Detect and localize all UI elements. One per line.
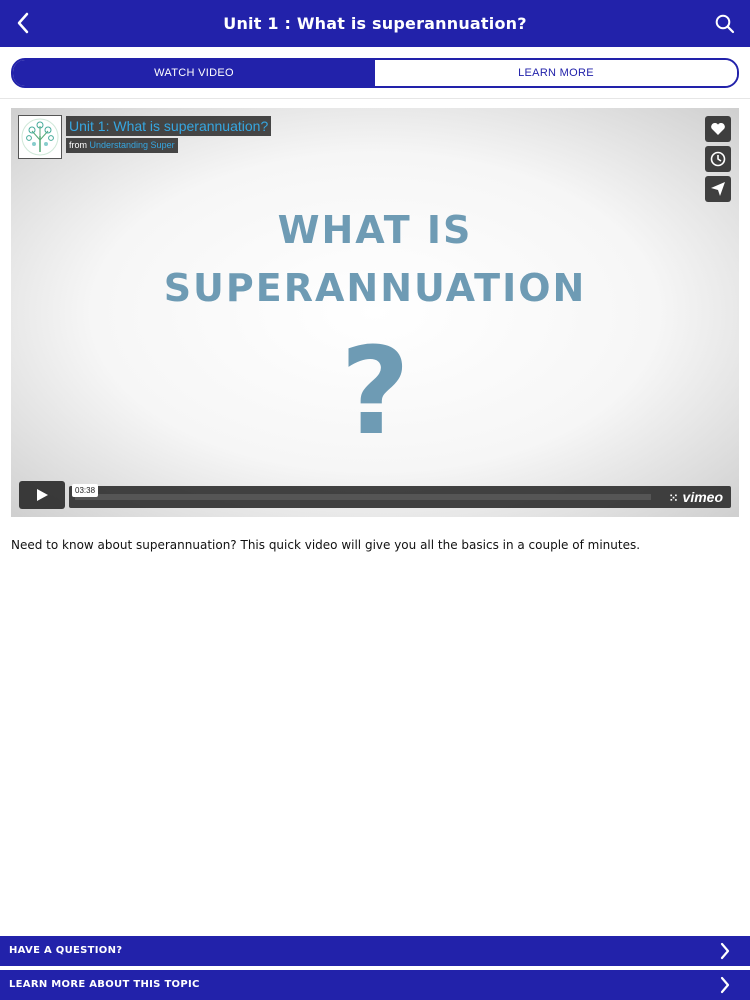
video-title-link[interactable]: Unit 1: What is superannuation? — [66, 116, 272, 136]
divider — [0, 98, 750, 99]
chevron-left-icon — [17, 12, 29, 34]
back-button[interactable] — [8, 8, 38, 38]
clock-icon — [710, 151, 726, 167]
tree-logo-icon — [21, 118, 59, 156]
watch-later-button[interactable] — [705, 146, 731, 172]
search-icon — [715, 14, 735, 34]
channel-link[interactable]: Understanding Super — [90, 140, 175, 150]
like-button[interactable] — [705, 116, 731, 142]
page-title: Unit 1 : What is superannuation? — [223, 14, 527, 33]
video-byline: from Understanding Super — [66, 138, 178, 153]
playback-bar: 03:38 ⁙ vimeo — [69, 484, 731, 508]
channel-avatar[interactable] — [18, 115, 62, 159]
duration-tooltip: 03:38 — [72, 484, 99, 497]
have-a-question-label: HAVE A QUESTION? — [9, 945, 123, 956]
question-mark: ? — [340, 323, 410, 462]
tab-learn-more[interactable]: LEARN MORE — [375, 60, 737, 86]
headline-line-1: WHAT IS — [277, 208, 473, 252]
send-icon — [711, 182, 725, 196]
tab-watch-video[interactable]: WATCH VIDEO — [13, 60, 375, 86]
video-description: Need to know about superannuation? This … — [11, 538, 641, 552]
segmented-tabs: WATCH VIDEO LEARN MORE — [11, 58, 739, 88]
from-label: from — [69, 140, 87, 150]
learn-more-topic-label: LEARN MORE ABOUT THIS TOPIC — [9, 979, 200, 990]
fullscreen-icon[interactable]: ⁙ — [668, 491, 678, 505]
play-button[interactable] — [19, 481, 65, 509]
play-icon — [37, 489, 48, 501]
vimeo-brand: vimeo — [682, 489, 723, 505]
have-a-question-button[interactable]: HAVE A QUESTION? — [0, 936, 750, 966]
video-player[interactable]: Unit 1: What is superannuation? from Und… — [11, 108, 739, 517]
search-button[interactable] — [710, 9, 740, 39]
progress-track[interactable]: 03:38 — [72, 484, 651, 500]
learn-more-topic-button[interactable]: LEARN MORE ABOUT THIS TOPIC — [0, 970, 750, 1000]
heart-icon — [711, 122, 725, 135]
vimeo-logo[interactable]: ⁙ vimeo — [668, 486, 723, 508]
chevron-right-icon — [720, 976, 730, 994]
chevron-right-icon — [720, 942, 730, 960]
app-header: Unit 1 : What is superannuation? — [0, 0, 750, 47]
headline-line-2: SUPERANNUATION — [163, 266, 587, 310]
share-button[interactable] — [705, 176, 731, 202]
